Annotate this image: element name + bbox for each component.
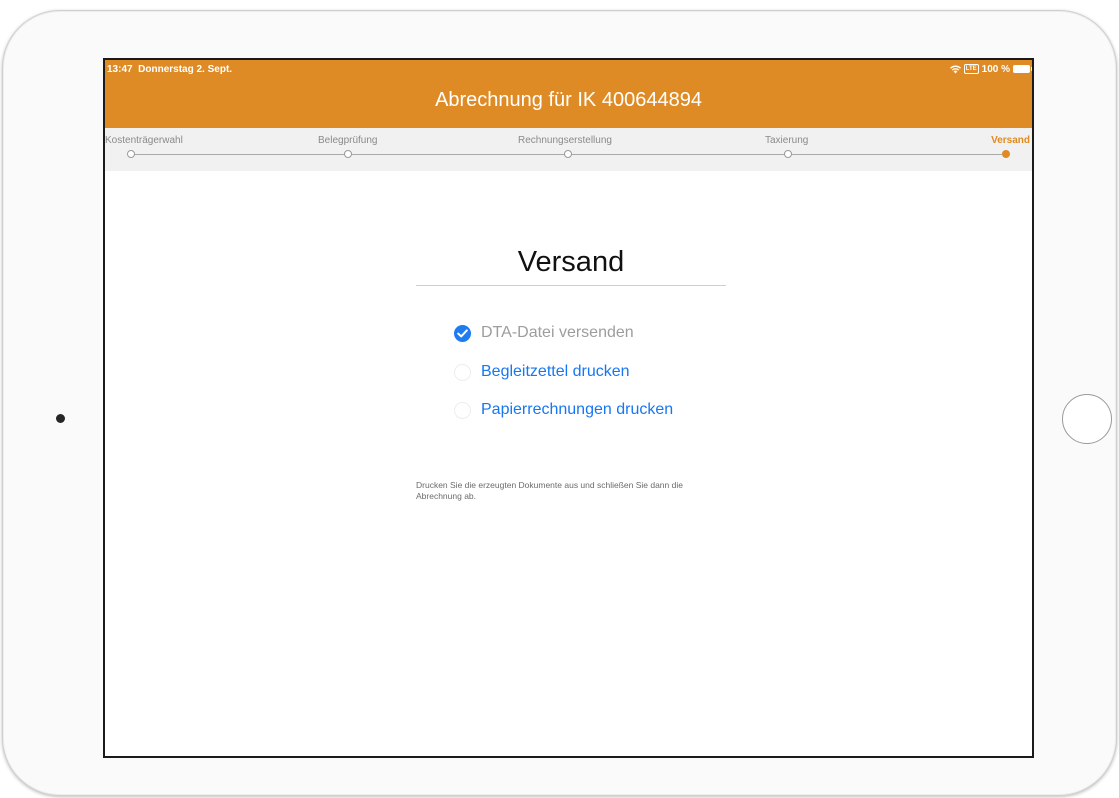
step-dot-kostentraegerwahl[interactable] <box>127 150 135 158</box>
step-label-belegpruefung[interactable]: Belegprüfung <box>318 135 378 146</box>
option-papierrechnungen[interactable]: Papierrechnungen drucken <box>454 401 673 419</box>
header: 13:47 Donnerstag 2. Sept. LTE 100 % Abre… <box>105 60 1032 128</box>
step-dot-taxierung[interactable] <box>784 150 792 158</box>
step-dot-belegpruefung[interactable] <box>344 150 352 158</box>
battery-icon <box>1013 65 1032 73</box>
radio-unchecked-icon[interactable] <box>454 401 471 419</box>
step-dot-versand[interactable] <box>1002 150 1010 158</box>
header-title: Abrechnung für IK 400644894 <box>435 89 702 111</box>
step-label-kostentraegerwahl[interactable]: Kostenträgerwahl <box>105 135 183 146</box>
step-progress: Kostenträgerwahl Belegprüfung Rechnungse… <box>105 128 1032 171</box>
step-label-versand[interactable]: Versand <box>991 135 1030 146</box>
option-dta-datei[interactable]: DTA-Datei versenden <box>454 324 634 342</box>
home-button[interactable] <box>1062 394 1112 444</box>
hint-text: Drucken Sie die erzeugten Dokumente aus … <box>416 480 683 501</box>
radio-unchecked-icon[interactable] <box>454 363 471 381</box>
step-label-taxierung[interactable]: Taxierung <box>765 135 808 146</box>
title-divider <box>416 285 726 286</box>
status-time: 13:47 Donnerstag 2. Sept. <box>107 64 232 75</box>
checkmark-icon[interactable] <box>454 324 471 342</box>
status-indicators: LTE 100 % <box>949 63 1032 75</box>
step-label-rechnungserstellung[interactable]: Rechnungserstellung <box>518 135 612 146</box>
status-clock: 13:47 <box>107 64 133 75</box>
wifi-icon <box>949 65 961 73</box>
app-screen: 13:47 Donnerstag 2. Sept. LTE 100 % Abre… <box>103 58 1034 758</box>
network-badge: LTE <box>963 64 979 74</box>
battery-percent: 100 % <box>981 63 1010 75</box>
status-date: Donnerstag 2. Sept. <box>138 64 233 75</box>
page-title: Versand <box>517 246 625 278</box>
option-label-papierrechnungen[interactable]: Papierrechnungen drucken <box>481 401 673 419</box>
option-label-begleitzettel[interactable]: Begleitzettel drucken <box>481 363 630 381</box>
step-dot-rechnungserstellung[interactable] <box>564 150 572 158</box>
option-begleitzettel[interactable]: Begleitzettel drucken <box>454 363 630 381</box>
option-label-dta-datei: DTA-Datei versenden <box>481 324 634 341</box>
camera <box>56 414 65 423</box>
